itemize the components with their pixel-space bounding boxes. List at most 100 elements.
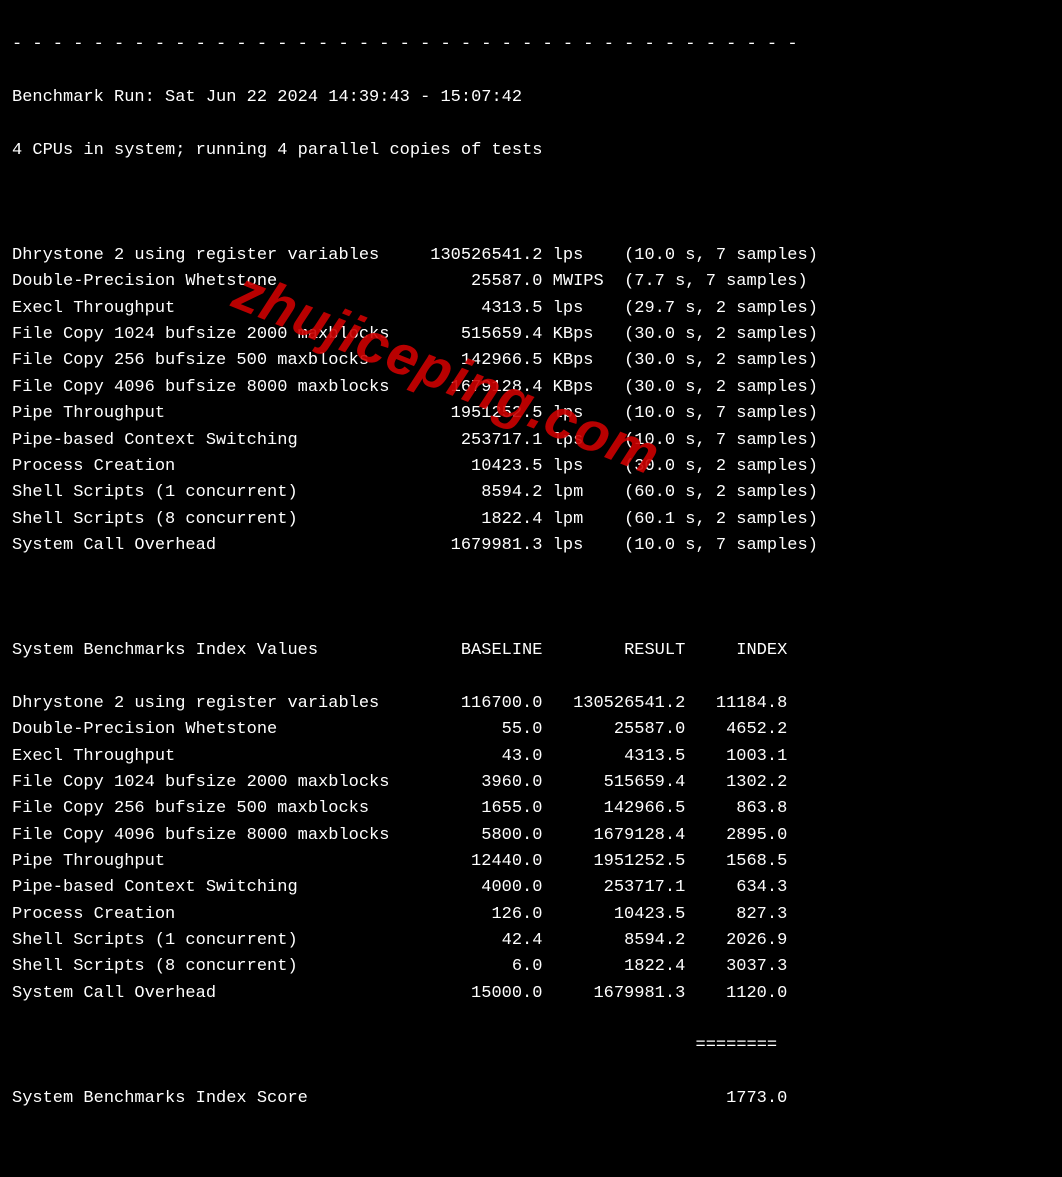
test-row: Double-Precision Whetstone25587.0 MWIPS … (12, 269, 1048, 295)
index-name: File Copy 1024 bufsize 2000 maxblocks (12, 770, 420, 796)
index-result: 1679128.4 (542, 823, 685, 849)
test-name: Process Creation (12, 454, 410, 480)
terminal-output: - - - - - - - - - - - - - - - - - - - - … (0, 0, 1062, 1177)
index-name: Double-Precision Whetstone (12, 717, 420, 743)
test-value: 1679981.3 (410, 533, 543, 559)
index-baseline: 43.0 (420, 744, 542, 770)
test-row: File Copy 1024 bufsize 2000 maxblocks515… (12, 322, 1048, 348)
test-row: System Call Overhead1679981.3 lps (10.0 … (12, 533, 1048, 559)
test-unit: lps (553, 533, 614, 559)
index-rows: Dhrystone 2 using register variables1167… (12, 691, 1048, 1007)
index-name: Pipe Throughput (12, 849, 420, 875)
test-unit: lpm (553, 480, 614, 506)
index-baseline: 55.0 (420, 717, 542, 743)
test-name: File Copy 4096 bufsize 8000 maxblocks (12, 375, 410, 401)
test-value: 253717.1 (410, 428, 543, 454)
score-divider: ======== (12, 1033, 1048, 1059)
test-timing: (30.0 s, 2 samples) (624, 375, 818, 401)
test-name: File Copy 1024 bufsize 2000 maxblocks (12, 322, 410, 348)
index-baseline: 5800.0 (420, 823, 542, 849)
index-index: 1568.5 (685, 849, 787, 875)
score-row: System Benchmarks Index Score1773.0 (12, 1086, 1048, 1112)
test-timing: (30.0 s, 2 samples) (624, 348, 818, 374)
test-name: System Call Overhead (12, 533, 410, 559)
index-result: 1679981.3 (542, 981, 685, 1007)
score-value: 1773.0 (685, 1086, 787, 1112)
test-timing: (29.7 s, 2 samples) (624, 296, 818, 322)
index-index: 2026.9 (685, 928, 787, 954)
test-value: 4313.5 (410, 296, 543, 322)
index-row: File Copy 1024 bufsize 2000 maxblocks396… (12, 770, 1048, 796)
test-unit: KBps (553, 348, 614, 374)
index-name: Shell Scripts (1 concurrent) (12, 928, 420, 954)
index-row: System Call Overhead15000.01679981.31120… (12, 981, 1048, 1007)
index-result: 10423.5 (542, 902, 685, 928)
index-name: Shell Scripts (8 concurrent) (12, 954, 420, 980)
test-row: Pipe Throughput1951252.5 lps (10.0 s, 7 … (12, 401, 1048, 427)
index-row: Pipe Throughput12440.01951252.51568.5 (12, 849, 1048, 875)
test-timing: (60.0 s, 2 samples) (624, 480, 818, 506)
index-result: 130526541.2 (542, 691, 685, 717)
test-timing: (30.0 s, 2 samples) (624, 322, 818, 348)
cpu-line: 4 CPUs in system; running 4 parallel cop… (12, 138, 1048, 164)
test-timing: (60.1 s, 2 samples) (624, 507, 818, 533)
test-value: 1822.4 (410, 507, 543, 533)
test-value: 1679128.4 (410, 375, 543, 401)
test-row: File Copy 4096 bufsize 8000 maxblocks167… (12, 375, 1048, 401)
index-row: File Copy 256 bufsize 500 maxblocks1655.… (12, 796, 1048, 822)
index-header-index: INDEX (685, 638, 787, 664)
index-baseline: 1655.0 (420, 796, 542, 822)
test-value: 25587.0 (410, 269, 543, 295)
index-row: Shell Scripts (1 concurrent)42.48594.220… (12, 928, 1048, 954)
test-unit: lps (553, 243, 614, 269)
test-row: Process Creation10423.5 lps (30.0 s, 2 s… (12, 454, 1048, 480)
index-index: 634.3 (685, 875, 787, 901)
index-result: 25587.0 (542, 717, 685, 743)
index-index: 1302.2 (685, 770, 787, 796)
test-unit: lps (553, 401, 614, 427)
test-timing: (7.7 s, 7 samples) (624, 269, 808, 295)
test-timing: (30.0 s, 2 samples) (624, 454, 818, 480)
index-index: 827.3 (685, 902, 787, 928)
index-result: 4313.5 (542, 744, 685, 770)
test-value: 515659.4 (410, 322, 543, 348)
test-unit: lps (553, 454, 614, 480)
test-name: Dhrystone 2 using register variables (12, 243, 410, 269)
test-row: Pipe-based Context Switching253717.1 lps… (12, 428, 1048, 454)
index-result: 515659.4 (542, 770, 685, 796)
index-name: Pipe-based Context Switching (12, 875, 420, 901)
index-baseline: 126.0 (420, 902, 542, 928)
index-baseline: 42.4 (420, 928, 542, 954)
test-name: Shell Scripts (8 concurrent) (12, 507, 410, 533)
test-unit: lps (553, 296, 614, 322)
index-index: 1003.1 (685, 744, 787, 770)
index-index: 3037.3 (685, 954, 787, 980)
index-baseline: 3960.0 (420, 770, 542, 796)
test-name: Double-Precision Whetstone (12, 269, 410, 295)
index-index: 4652.2 (685, 717, 787, 743)
index-result: 142966.5 (542, 796, 685, 822)
index-result: 1822.4 (542, 954, 685, 980)
index-index: 2895.0 (685, 823, 787, 849)
index-row: Execl Throughput43.04313.51003.1 (12, 744, 1048, 770)
index-baseline: 6.0 (420, 954, 542, 980)
test-unit: KBps (553, 322, 614, 348)
benchmark-run-line: Benchmark Run: Sat Jun 22 2024 14:39:43 … (12, 85, 1048, 111)
test-unit: KBps (553, 375, 614, 401)
test-row: File Copy 256 bufsize 500 maxblocks14296… (12, 348, 1048, 374)
test-value: 1951252.5 (410, 401, 543, 427)
index-row: Shell Scripts (8 concurrent)6.01822.4303… (12, 954, 1048, 980)
test-value: 142966.5 (410, 348, 543, 374)
index-row: Process Creation126.010423.5827.3 (12, 902, 1048, 928)
index-row: File Copy 4096 bufsize 8000 maxblocks580… (12, 823, 1048, 849)
index-name: Process Creation (12, 902, 420, 928)
test-value: 8594.2 (410, 480, 543, 506)
index-row: Dhrystone 2 using register variables1167… (12, 691, 1048, 717)
test-unit: MWIPS (553, 269, 614, 295)
test-row: Execl Throughput4313.5 lps (29.7 s, 2 sa… (12, 296, 1048, 322)
test-row: Shell Scripts (8 concurrent)1822.4 lpm (… (12, 507, 1048, 533)
test-name: Pipe Throughput (12, 401, 410, 427)
test-timing: (10.0 s, 7 samples) (624, 533, 818, 559)
index-baseline: 116700.0 (420, 691, 542, 717)
index-name: Dhrystone 2 using register variables (12, 691, 420, 717)
